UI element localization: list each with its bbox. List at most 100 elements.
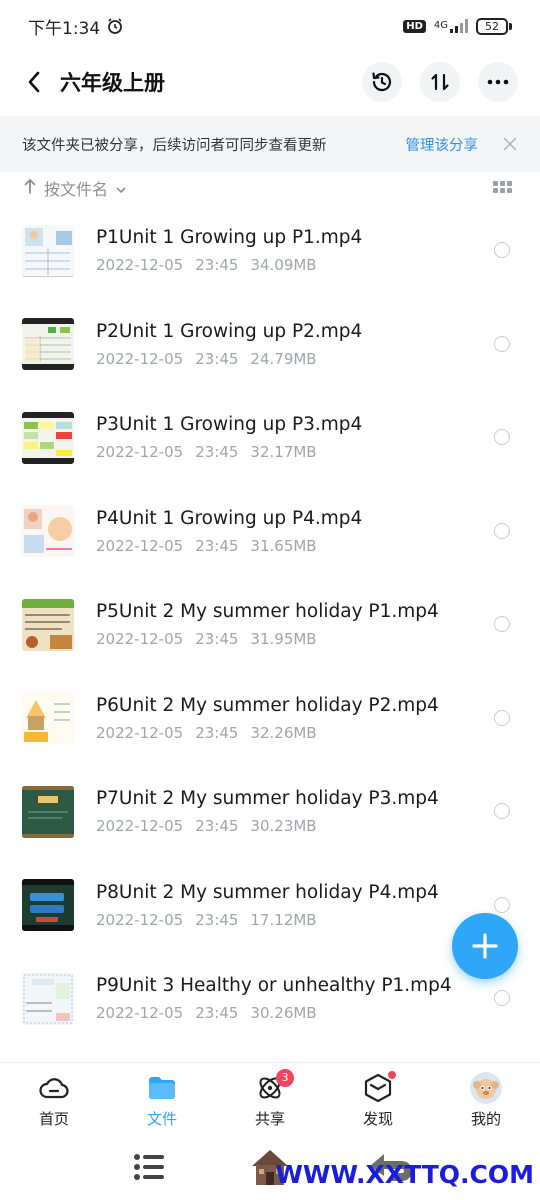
header-bar: 六年级上册	[0, 52, 540, 112]
file-time: 23:45	[195, 536, 239, 555]
file-name: P8Unit 2 My summer holiday P4.mp4	[96, 881, 439, 903]
file-time: 23:45	[195, 349, 239, 368]
battery-icon: 52	[476, 17, 512, 35]
file-size: 31.65MB	[250, 536, 317, 555]
file-date: 2022-12-05	[96, 817, 184, 836]
transfer-button[interactable]	[420, 62, 460, 102]
hd-badge: HD	[403, 19, 426, 33]
nav-item-mine[interactable]: 我的	[432, 1063, 540, 1138]
select-radio[interactable]	[494, 522, 510, 539]
nav-label-files: 文件	[146, 1110, 177, 1128]
manage-share-link[interactable]: 管理该分享	[406, 134, 479, 155]
alarm-icon	[108, 18, 123, 34]
select-radio[interactable]	[494, 429, 510, 445]
file-time: 23:45	[195, 1004, 239, 1023]
avatar	[470, 1072, 502, 1104]
system-nav-bar: WWW.XXTTQ.COM	[0, 1138, 540, 1200]
file-meta: 2022-12-05 23:45 32.26MB	[96, 724, 518, 742]
file-date: 2022-12-05	[96, 910, 184, 929]
file-size: 31.95MB	[250, 630, 317, 649]
signal-bars-icon	[450, 19, 468, 33]
notification-badge: 3	[276, 1069, 294, 1087]
recent-apps-icon[interactable]	[132, 1150, 166, 1184]
nav-label-discover: 发现	[362, 1110, 393, 1128]
video-thumbnail	[22, 598, 74, 651]
history-button[interactable]	[362, 62, 402, 102]
video-thumbnail	[22, 318, 74, 371]
select-radio[interactable]	[494, 990, 510, 1006]
file-name: P7Unit 2 My summer holiday P3.mp4	[96, 788, 439, 810]
nav-item-share[interactable]: 共享 3	[216, 1063, 324, 1138]
folder-icon	[146, 1072, 178, 1104]
nav-item-discover[interactable]: 发现	[324, 1063, 432, 1138]
list-item[interactable]: P5Unit 2 My summer holiday P1.mp4 2022-1…	[0, 578, 540, 672]
list-item[interactable]: P7Unit 2 My summer holiday P3.mp4 2022-1…	[0, 765, 540, 859]
more-button[interactable]	[478, 62, 518, 102]
file-date: 2022-12-05	[96, 1004, 184, 1023]
file-time: 23:45	[195, 630, 239, 649]
sort-arrow-icon	[24, 178, 36, 198]
select-radio[interactable]	[494, 896, 510, 913]
status-right: HD 4G 52	[403, 17, 512, 35]
status-time: 下午1:34	[28, 18, 101, 39]
file-time: 23:45	[195, 817, 239, 836]
share-banner-text: 该文件夹已被分享，后续访问者可同步查看更新	[22, 137, 327, 154]
file-time: 23:45	[195, 256, 239, 275]
file-meta: 2022-12-05 23:45 30.26MB	[96, 1004, 518, 1022]
select-radio[interactable]	[494, 803, 510, 819]
status-left: 下午1:34	[28, 14, 124, 39]
transfer-icon	[431, 73, 449, 91]
file-name: P5Unit 2 My summer holiday P1.mp4	[96, 601, 439, 623]
select-radio[interactable]	[494, 242, 510, 258]
watermark-text: WWW.XXTTQ.COM	[275, 1160, 534, 1189]
file-list: P1Unit 1 Growing up P1.mp4 2022-12-05 23…	[0, 204, 540, 1046]
video-thumbnail	[22, 505, 74, 558]
file-name: P9Unit 3 Healthy or unhealthy P1.mp4	[96, 975, 452, 997]
status-bar: 下午1:34 HD 4G 52	[0, 0, 540, 52]
video-thumbnail	[22, 224, 74, 277]
back-arrow-icon[interactable]	[22, 70, 46, 94]
select-radio[interactable]	[494, 616, 510, 632]
nav-item-files[interactable]: 文件	[108, 1063, 216, 1138]
more-dots-icon	[487, 79, 509, 85]
file-date: 2022-12-05	[96, 536, 184, 555]
plus-icon	[472, 933, 498, 959]
file-meta: 2022-12-05 23:45 34.09MB	[96, 256, 518, 274]
file-meta: 2022-12-05 23:45 17.12MB	[96, 911, 518, 929]
list-item[interactable]: P1Unit 1 Growing up P1.mp4 2022-12-05 23…	[0, 204, 540, 298]
file-meta: 2022-12-05 23:45 31.65MB	[96, 537, 518, 555]
select-radio[interactable]	[494, 709, 510, 726]
file-size: 32.17MB	[250, 443, 317, 462]
sort-by-filename[interactable]: 按文件名	[44, 176, 108, 200]
grid-view-icon[interactable]	[493, 181, 512, 193]
video-thumbnail	[22, 411, 74, 464]
file-date: 2022-12-05	[96, 256, 184, 275]
file-name: P2Unit 1 Growing up P2.mp4	[96, 320, 363, 342]
add-button[interactable]	[452, 913, 518, 979]
file-time: 23:45	[195, 443, 239, 462]
file-meta: 2022-12-05 23:45 31.95MB	[96, 630, 518, 648]
video-thumbnail	[22, 692, 74, 745]
file-time: 23:45	[195, 910, 239, 929]
list-item[interactable]: P4Unit 1 Growing up P4.mp4 2022-12-05 23…	[0, 485, 540, 579]
video-thumbnail	[22, 879, 74, 932]
list-item[interactable]: P2Unit 1 Growing up P2.mp4 2022-12-05 23…	[0, 298, 540, 392]
chevron-down-icon[interactable]	[116, 179, 126, 198]
page-title: 六年级上册	[60, 71, 165, 95]
file-name: P1Unit 1 Growing up P1.mp4	[96, 227, 363, 249]
network-type: 4G	[433, 20, 448, 31]
select-radio[interactable]	[494, 335, 510, 352]
list-item[interactable]: P6Unit 2 My summer holiday P2.mp4 2022-1…	[0, 672, 540, 766]
share-banner: 该文件夹已被分享，后续访问者可同步查看更新 管理该分享	[0, 116, 540, 172]
close-icon[interactable]	[502, 136, 518, 152]
list-item[interactable]: P3Unit 1 Growing up P3.mp4 2022-12-05 23…	[0, 391, 540, 485]
file-size: 30.23MB	[250, 817, 317, 836]
nav-item-home[interactable]: 首页	[0, 1063, 108, 1138]
sort-bar: 按文件名	[0, 172, 540, 204]
video-thumbnail	[22, 972, 74, 1025]
nav-label-home: 首页	[38, 1110, 69, 1128]
file-size: 30.26MB	[250, 1004, 317, 1023]
file-size: 32.26MB	[250, 723, 317, 742]
file-meta: 2022-12-05 23:45 32.17MB	[96, 443, 518, 461]
file-size: 34.09MB	[250, 256, 317, 275]
